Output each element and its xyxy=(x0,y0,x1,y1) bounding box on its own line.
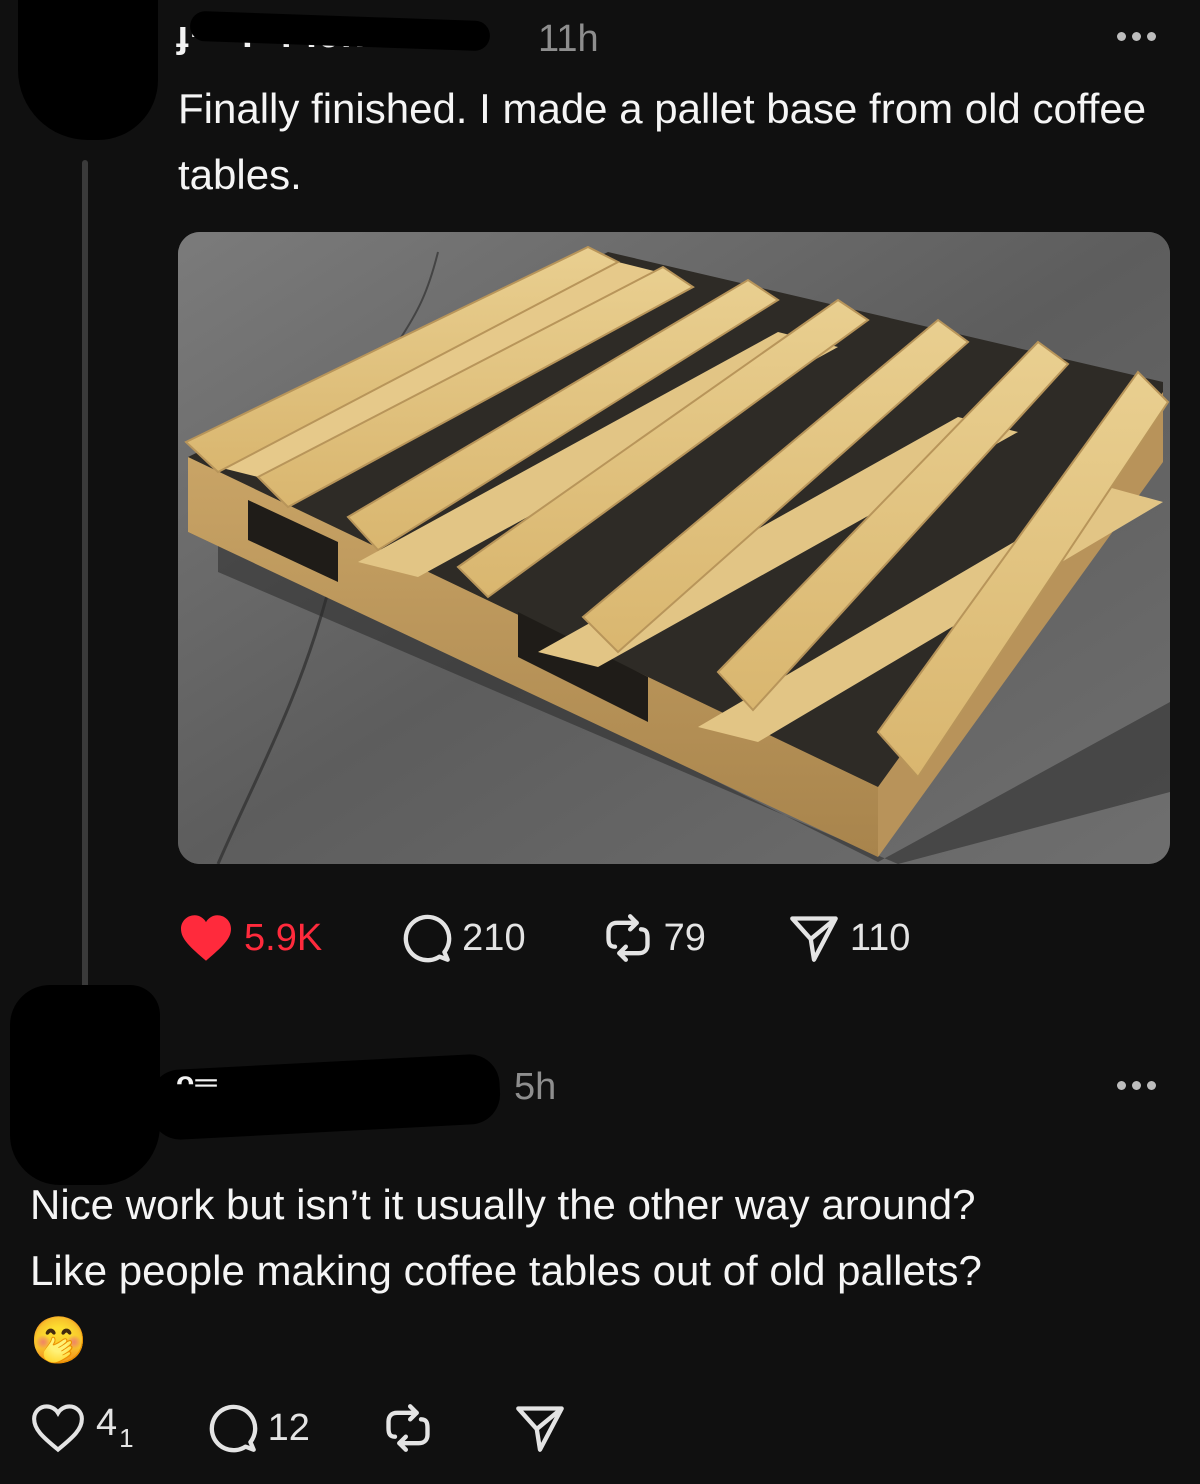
repost-icon xyxy=(386,1404,430,1452)
reply-like-count: 4 xyxy=(96,1402,118,1444)
repost-count: 79 xyxy=(663,916,706,959)
post-image[interactable] xyxy=(178,232,1170,864)
reply-text: Nice work but isn’t it usually the other… xyxy=(30,1172,1170,1376)
avatar-redacted[interactable] xyxy=(18,0,158,140)
reply-emoji: 🤭 xyxy=(30,1314,88,1366)
repost-icon xyxy=(605,914,650,962)
heart-icon xyxy=(32,1404,84,1453)
reply-reply-button[interactable]: 12 xyxy=(206,1402,310,1454)
comment-icon xyxy=(209,1404,257,1453)
reply-text-line1: Nice work but isn’t it usually the other… xyxy=(30,1181,976,1228)
reply-share-button[interactable] xyxy=(514,1402,566,1454)
reply-more-icon[interactable] xyxy=(1117,1081,1156,1090)
comment-icon xyxy=(403,914,452,963)
share-button[interactable]: 110 xyxy=(788,912,911,964)
repost-button[interactable]: 79 xyxy=(602,912,706,964)
reply-actions: 41 12 xyxy=(30,1402,566,1454)
share-icon xyxy=(516,1406,564,1452)
post-time: 11h xyxy=(538,18,599,60)
thread-line xyxy=(82,160,88,990)
reply-count: 210 xyxy=(462,916,526,959)
reply-like-subscript: 1 xyxy=(119,1423,134,1453)
reply-like-button[interactable]: 41 xyxy=(30,1402,134,1454)
reply-repost-button[interactable] xyxy=(382,1402,434,1454)
more-icon[interactable] xyxy=(1117,32,1156,41)
share-count: 110 xyxy=(849,916,911,959)
reply-avatar-redacted[interactable] xyxy=(10,985,160,1185)
reply-button[interactable]: 210 xyxy=(400,912,526,964)
heart-icon xyxy=(181,915,231,961)
pallet-photo xyxy=(178,232,1170,864)
reply-username[interactable]: ᴖ═ xyxy=(176,1066,218,1100)
reply-reply-count: 12 xyxy=(267,1406,310,1449)
reply-time: 5h xyxy=(514,1066,557,1108)
reply-text-line2: Like people making coffee tables out of … xyxy=(30,1247,982,1294)
post-text: Finally finished. I made a pallet base f… xyxy=(178,85,1147,198)
post-actions: 5.9K 210 79 110 xyxy=(178,912,910,964)
share-icon xyxy=(790,916,838,962)
like-count: 5.9K xyxy=(244,916,323,959)
like-button[interactable]: 5.9K xyxy=(178,913,322,963)
